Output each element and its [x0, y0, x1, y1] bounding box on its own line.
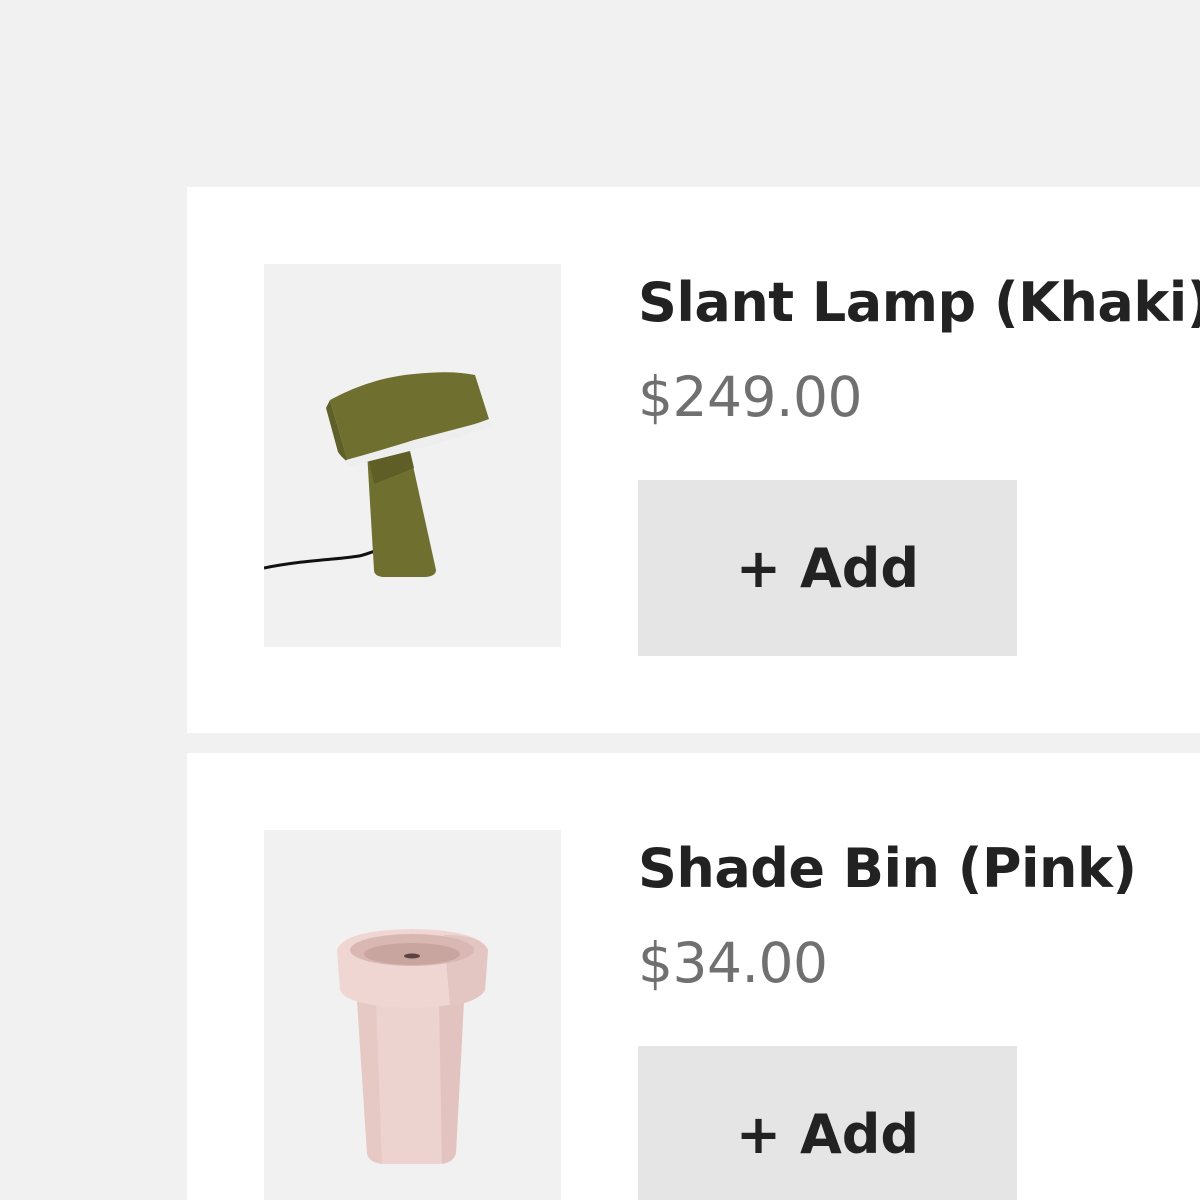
- product-list: Slant Lamp (Khaki) $249.00 + Add Shade B…: [0, 0, 1200, 1200]
- product-title[interactable]: Slant Lamp (Khaki): [638, 267, 1200, 339]
- product-card: Slant Lamp (Khaki) $249.00 + Add: [187, 187, 1200, 733]
- product-card: Shade Bin (Pink) $34.00 + Add: [187, 753, 1200, 1200]
- product-title[interactable]: Shade Bin (Pink): [638, 833, 1137, 905]
- product-price: $34.00: [638, 931, 828, 995]
- desk-lamp-icon: [264, 372, 492, 577]
- add-to-cart-button[interactable]: + Add: [638, 480, 1017, 656]
- waste-bin-icon: [337, 929, 488, 1164]
- product-price: $249.00: [638, 365, 862, 429]
- product-image[interactable]: [264, 830, 561, 1200]
- product-image[interactable]: [264, 264, 561, 647]
- add-to-cart-button[interactable]: + Add: [638, 1046, 1017, 1200]
